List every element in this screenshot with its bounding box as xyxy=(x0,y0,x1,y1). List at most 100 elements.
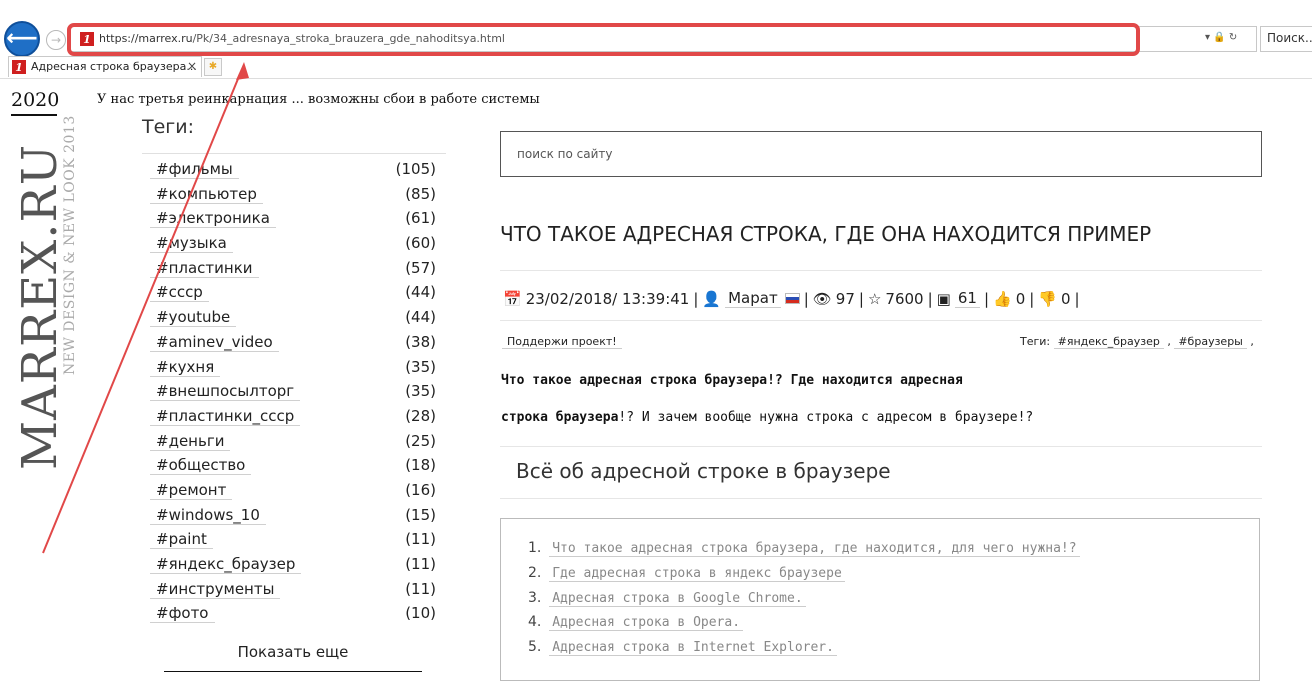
support-link[interactable]: Поддержи проект! xyxy=(502,335,622,349)
toc-link[interactable]: Адресная строка в Internet Explorer. xyxy=(549,640,837,657)
lock-icon[interactable]: 🔒 xyxy=(1213,32,1225,43)
tag-link[interactable]: #яндекс_браузер xyxy=(150,555,302,574)
tag-count: (10) xyxy=(405,604,436,623)
toc-link[interactable]: Где адресная строка в яндекс браузере xyxy=(549,565,845,582)
tab-favicon-icon: 1 xyxy=(12,60,26,74)
tag-link[interactable]: #ремонт xyxy=(150,481,233,500)
intro-bold: строка браузера xyxy=(501,410,619,425)
tag-item[interactable]: #ссср (44) xyxy=(150,281,436,306)
tag-link[interactable]: #компьютер xyxy=(150,185,263,204)
refresh-icon[interactable]: ↻ xyxy=(1229,32,1237,43)
intro-text-line2: строка браузера!? И зачем вообще нужна с… xyxy=(501,410,1033,425)
back-button[interactable]: ⟵ xyxy=(4,21,40,57)
tag-link[interactable]: #фото xyxy=(150,604,215,624)
tag-item[interactable]: #инструменты (11) xyxy=(150,578,436,603)
toc-item[interactable]: 3. Адресная строка в Google Chrome. xyxy=(528,590,1080,615)
toc-number: 3. xyxy=(528,589,542,606)
toc-item[interactable]: 2. Где адресная строка в яндекс браузере xyxy=(528,565,1080,590)
tag-link[interactable]: #электроника xyxy=(150,209,276,229)
tag-count: (16) xyxy=(405,480,436,499)
tag-item[interactable]: #пластинки (57) xyxy=(150,257,436,282)
tag-item[interactable]: #деньги (25) xyxy=(150,430,436,455)
intro-text-line1: Что такое адресная строка браузера!? Где… xyxy=(501,373,963,388)
tag-item[interactable]: #youtube (44) xyxy=(150,306,436,331)
thumbs-up-icon[interactable]: 👍 xyxy=(993,290,1012,308)
eye-icon: 👁 xyxy=(812,289,832,308)
show-more-button[interactable]: Показать еще xyxy=(164,643,422,672)
tag-item[interactable]: #электроника (61) xyxy=(150,207,436,232)
site-logo-subtitle: NEW DESIGN & NEW LOOK 2013 xyxy=(62,115,78,375)
toc-item[interactable]: 5. Адресная строка в Internet Explorer. xyxy=(528,639,1080,664)
toc-number: 1. xyxy=(528,540,542,556)
tag-link[interactable]: #пластинки xyxy=(150,259,259,278)
address-tools[interactable]: ▾ 🔒 ↻ xyxy=(1205,32,1237,43)
tag-item[interactable]: #ремонт (16) xyxy=(150,479,436,504)
tag-link[interactable]: #музыка xyxy=(150,234,233,254)
arrow-left-icon: ⟵ xyxy=(6,26,38,51)
meta-dislikes: 0 xyxy=(1060,289,1071,308)
tag-count: (15) xyxy=(405,505,436,524)
tag-link[interactable]: #общество xyxy=(150,456,252,476)
article-tag-link[interactable]: #браузеры xyxy=(1174,335,1247,349)
tag-link[interactable]: #внешпосылторг xyxy=(150,382,301,402)
site-search-input[interactable]: поиск по сайту xyxy=(500,131,1262,177)
tag-item[interactable]: #paint (11) xyxy=(150,528,436,553)
tag-link[interactable]: #пластинки_ссср xyxy=(150,407,301,426)
meta-author[interactable]: Марат xyxy=(725,289,781,308)
article-title: ЧТО ТАКОЕ АДРЕСНАЯ СТРОКА, ГДЕ ОНА НАХОД… xyxy=(500,222,1152,246)
tag-item[interactable]: #aminev_video (38) xyxy=(150,331,436,356)
meta-datetime: 23/02/2018/ 13:39:41 xyxy=(525,289,690,308)
divider xyxy=(500,270,1262,271)
url-highlight-box xyxy=(67,23,1140,56)
dropdown-icon[interactable]: ▾ xyxy=(1205,32,1210,43)
tag-count: (18) xyxy=(405,456,436,475)
meta-comments[interactable]: 61 xyxy=(954,289,980,308)
meta-rating: 7600 xyxy=(885,289,924,308)
tag-link[interactable]: #windows_10 xyxy=(150,506,266,525)
tag-item[interactable]: #внешпосылторг (35) xyxy=(150,380,436,405)
divider xyxy=(500,320,1262,321)
tag-link[interactable]: #aminev_video xyxy=(150,333,279,352)
close-icon[interactable]: × xyxy=(187,59,197,73)
tag-link[interactable]: #инструменты xyxy=(150,580,281,599)
tag-count: (35) xyxy=(405,382,436,401)
site-logo[interactable]: MARREX.RU xyxy=(12,144,102,470)
tag-item[interactable]: #общество (18) xyxy=(150,454,436,479)
tag-link[interactable]: #фильмы xyxy=(150,160,239,179)
tab-title: Адресная строка браузера... xyxy=(31,60,197,73)
tab-active[interactable]: 1 Адресная строка браузера... × xyxy=(8,56,202,77)
thumbs-down-icon[interactable]: 👎 xyxy=(1038,290,1057,308)
year-label[interactable]: 2020 xyxy=(11,89,59,111)
tag-link[interactable]: #ссср xyxy=(150,283,209,303)
article-tag-link[interactable]: #яндекс_браузер xyxy=(1053,335,1164,349)
tag-item[interactable]: #фильмы (105) xyxy=(150,158,436,183)
user-icon: 👤 xyxy=(702,289,722,308)
tag-count: (35) xyxy=(405,357,436,376)
tag-link[interactable]: #деньги xyxy=(150,432,231,451)
tag-item[interactable]: #windows_10 (15) xyxy=(150,504,436,529)
tag-item[interactable]: #пластинки_ссср (28) xyxy=(150,405,436,430)
tag-link[interactable]: #youtube xyxy=(150,308,237,328)
tag-item[interactable]: #музыка (60) xyxy=(150,232,436,257)
toc-item[interactable]: 1. Что такое адресная строка браузера, г… xyxy=(528,540,1080,565)
forward-button[interactable]: → xyxy=(46,30,66,50)
tag-count: (11) xyxy=(405,530,436,549)
site-notice: У нас третья реинкарнация ... возможны с… xyxy=(97,92,540,107)
tag-count: (61) xyxy=(405,209,436,228)
tag-item[interactable]: #яндекс_браузер (11) xyxy=(150,553,436,578)
browser-search-input[interactable]: Поиск... xyxy=(1260,26,1312,52)
russia-flag-icon xyxy=(784,293,800,304)
new-tab-button[interactable]: ✱ xyxy=(204,58,222,76)
year-underline xyxy=(11,114,57,116)
tag-item[interactable]: #кухня (35) xyxy=(150,356,436,381)
toc-link[interactable]: Что такое адресная строка браузера, где … xyxy=(549,541,1080,557)
toc-item[interactable]: 4. Адресная строка в Opera. xyxy=(528,614,1080,639)
tag-link[interactable]: #кухня xyxy=(150,358,221,377)
tag-item[interactable]: #компьютер (85) xyxy=(150,183,436,208)
tag-link[interactable]: #paint xyxy=(150,530,213,550)
meta-likes: 0 xyxy=(1015,289,1026,308)
toc-link[interactable]: Адресная строка в Opera. xyxy=(549,615,744,632)
tag-item[interactable]: #фото (10) xyxy=(150,602,436,627)
toc-link[interactable]: Адресная строка в Google Chrome. xyxy=(549,590,806,607)
tag-count: (85) xyxy=(405,184,436,203)
